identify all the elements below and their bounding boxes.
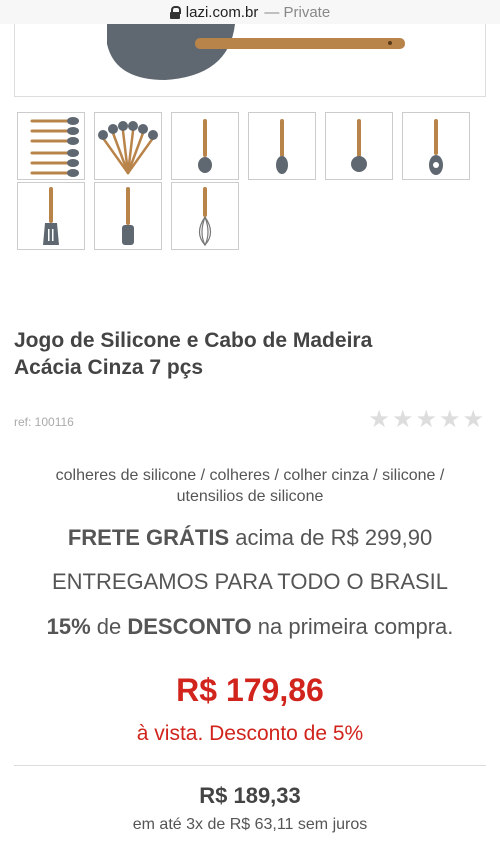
star-icon[interactable]: ★: [415, 408, 437, 432]
product-title-line-2: Acácia Cinza 7 pçs: [14, 356, 204, 379]
utensil-set-fan-icon: [98, 121, 158, 175]
divider: [14, 765, 486, 766]
thumbnail-9[interactable]: [171, 182, 239, 250]
private-label: — Private: [264, 3, 331, 21]
tag-link[interactable]: utensilios de silicone: [177, 488, 324, 505]
installment-info: em até 3x de R$ 63,11 sem juros: [132, 816, 368, 833]
tag-link[interactable]: colheres de silicone: [56, 467, 197, 484]
whisk-icon: [198, 187, 212, 247]
pasta-server-icon: [429, 119, 443, 175]
round-spoon-icon: [351, 119, 367, 172]
free-shipping-label: FRETE GRÁTIS: [67, 525, 230, 550]
product-ref: ref: 100116: [14, 415, 74, 429]
cash-price: R$ 179,86: [176, 672, 324, 708]
thumbnail-3[interactable]: [171, 112, 239, 180]
tag-list: colheres de silicone / colheres / colher…: [55, 467, 445, 505]
star-icon[interactable]: ★: [439, 408, 461, 432]
utensil-set-row-icon: [30, 117, 79, 177]
tag-link[interactable]: colheres: [210, 467, 270, 484]
thumbnail-6[interactable]: [402, 112, 470, 180]
first-purchase-discount: 15% de DESCONTO na primeira compra.: [0, 614, 500, 640]
thumbnail-5[interactable]: [325, 112, 393, 180]
tag-link[interactable]: silicone: [382, 467, 435, 484]
thumbnail-8[interactable]: [94, 182, 162, 250]
discount-text: na primeira compra.: [251, 614, 454, 639]
thumbnail-1[interactable]: [17, 112, 85, 180]
spatula-icon: [122, 187, 134, 245]
url-text: lazi.com.br: [185, 3, 259, 21]
star-icon[interactable]: ★: [392, 408, 414, 432]
cash-price-note: à vista. Desconto de 5%: [136, 722, 364, 745]
delivery-notice: ENTREGAMOS PARA TODO O BRASIL: [51, 569, 449, 594]
thumbnail-7[interactable]: [17, 182, 85, 250]
thumbnail-2[interactable]: [94, 112, 162, 180]
discount-label: DESCONTO: [127, 614, 252, 639]
browser-url-bar[interactable]: lazi.com.br — Private: [0, 0, 500, 24]
free-shipping-notice: FRETE GRÁTIS acima de R$ 299,90: [0, 525, 500, 551]
tag-link[interactable]: colher cinza: [283, 467, 368, 484]
ladle-icon: [198, 119, 212, 173]
free-shipping-threshold: acima de R$ 299,90: [229, 525, 433, 550]
discount-connector: de: [90, 614, 128, 639]
rating-stars[interactable]: ★ ★ ★ ★ ★: [368, 408, 484, 432]
discount-percent: 15%: [46, 614, 91, 639]
slotted-turner-icon: [43, 187, 59, 245]
main-product-image[interactable]: [14, 24, 486, 97]
star-icon[interactable]: ★: [462, 408, 484, 432]
lock-icon: [169, 6, 181, 19]
product-title: Jogo de Silicone e Cabo de Madeira Acáci…: [14, 327, 484, 381]
full-price: R$ 189,33: [199, 783, 301, 808]
star-icon[interactable]: ★: [368, 408, 390, 432]
product-title-line-1: Jogo de Silicone e Cabo de Madeira: [14, 329, 373, 352]
spoon-icon: [276, 119, 288, 174]
thumbnail-4[interactable]: [248, 112, 316, 180]
ladle-image-icon: [107, 24, 405, 80]
